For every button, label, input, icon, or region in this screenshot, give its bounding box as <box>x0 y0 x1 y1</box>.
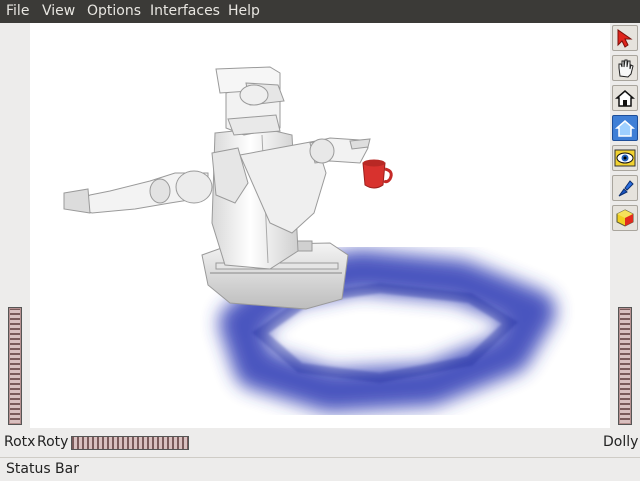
set-home-icon[interactable] <box>612 115 638 141</box>
home-icon[interactable] <box>612 85 638 111</box>
rotx-wheel[interactable] <box>8 307 22 425</box>
roty-wheel[interactable] <box>71 436 189 450</box>
dolly-wheel[interactable] <box>618 307 632 425</box>
menu-help[interactable]: Help <box>228 0 260 23</box>
menu-file[interactable]: File <box>6 0 29 23</box>
perspective-icon[interactable] <box>612 205 638 231</box>
menu-view[interactable]: View <box>42 0 75 23</box>
status-text: Status Bar <box>6 461 80 477</box>
left-wheel-panel <box>0 23 30 428</box>
robot-model <box>63 66 371 310</box>
scene-render <box>63 66 556 412</box>
hand-icon[interactable] <box>612 55 638 81</box>
3d-viewport[interactable] <box>30 23 610 428</box>
rotx-label: Rotx <box>4 434 36 450</box>
dolly-label: Dolly <box>603 434 639 450</box>
status-bar: Status Bar <box>0 457 640 481</box>
seek-icon[interactable] <box>612 175 638 201</box>
red-mug <box>362 159 393 189</box>
menu-interfaces[interactable]: Interfaces <box>150 0 220 23</box>
view-all-icon[interactable] <box>612 145 638 171</box>
pick-arrow-icon[interactable] <box>612 25 638 51</box>
menu-bar: File View Options Interfaces Help <box>0 0 640 23</box>
menu-options[interactable]: Options <box>87 0 141 23</box>
roty-label: Roty <box>37 434 69 450</box>
